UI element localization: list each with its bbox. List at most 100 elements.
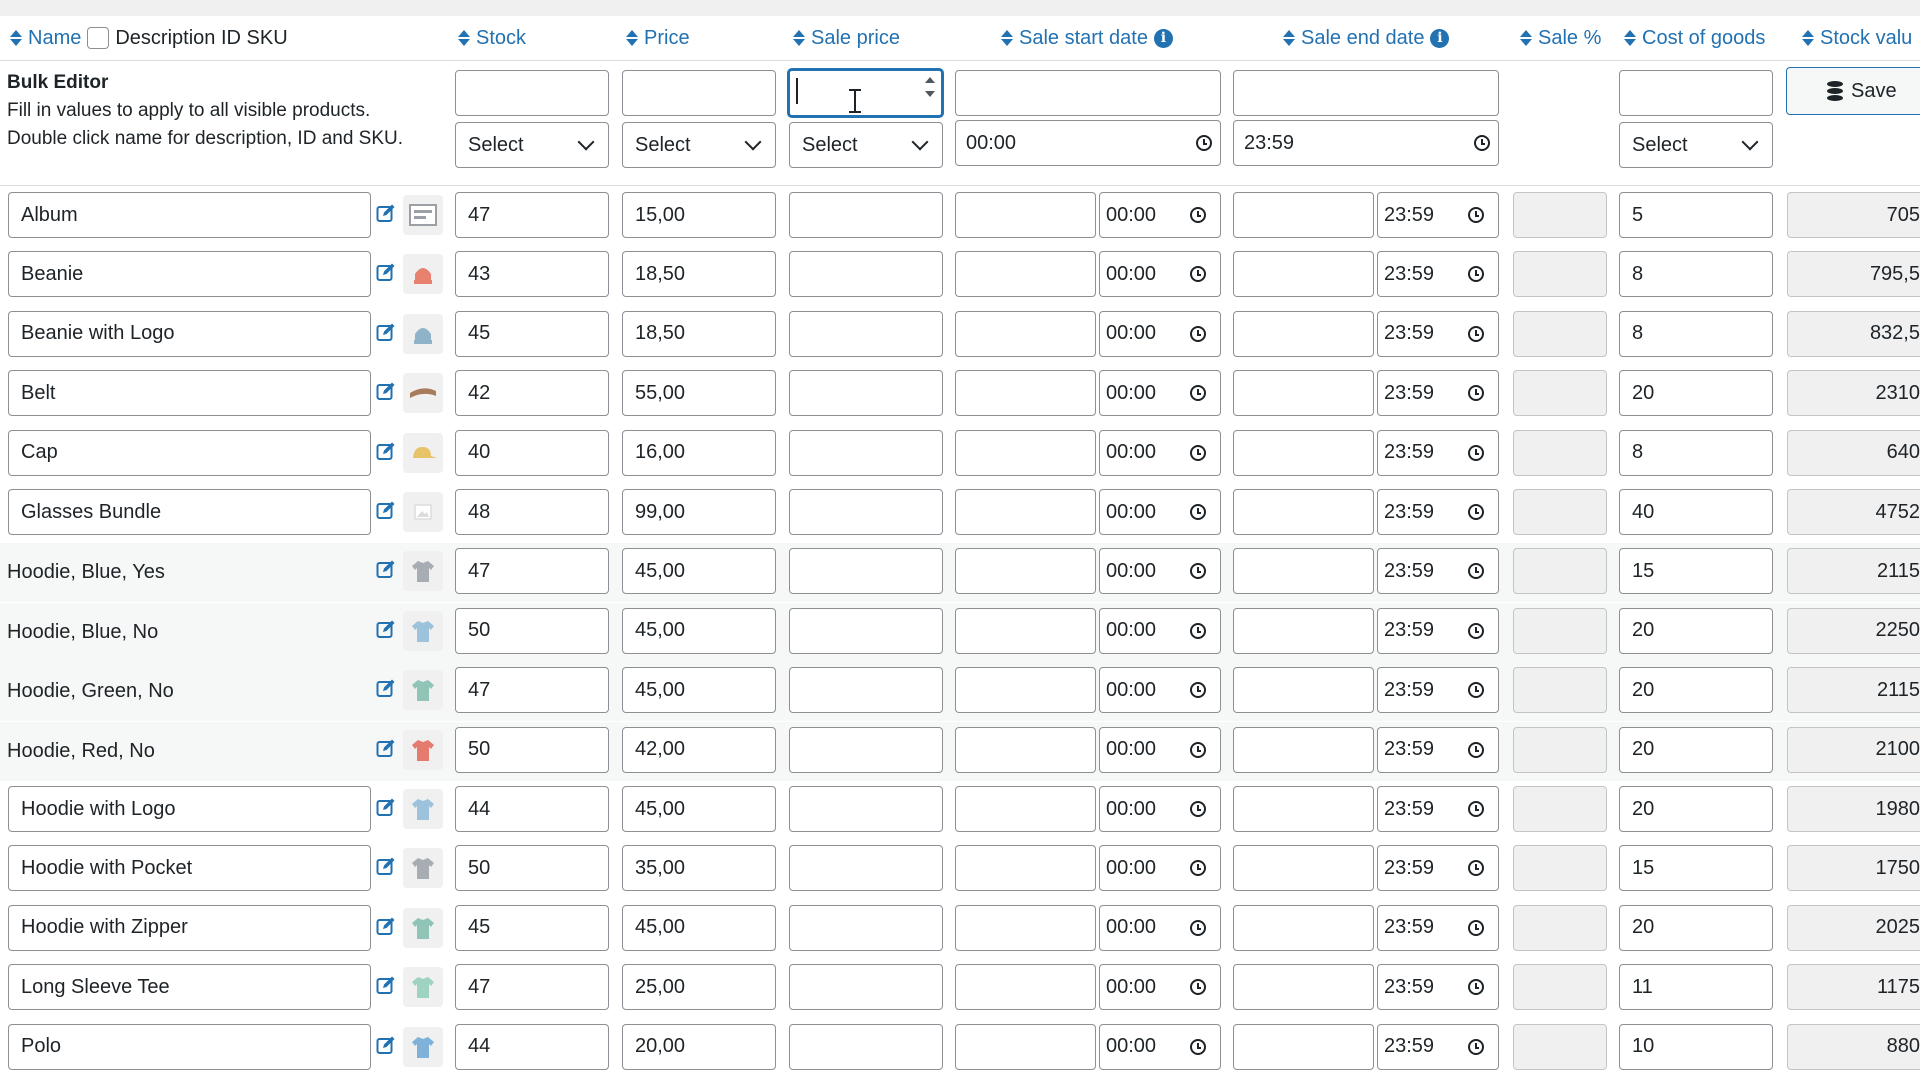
product-thumbnail[interactable] (403, 492, 443, 532)
description-toggle-checkbox[interactable] (87, 27, 110, 49)
cost-of-goods-input[interactable]: 11 (1619, 964, 1773, 1011)
stock-input[interactable]: 50 (455, 726, 609, 773)
sale-start-date-input[interactable] (955, 548, 1096, 595)
sale-start-time-input[interactable]: 00:00 (1099, 786, 1221, 832)
col-name-header[interactable]: Name Description ID SKU (10, 16, 288, 60)
sale-price-input[interactable] (789, 489, 943, 535)
sale-end-date-input[interactable] (1233, 251, 1374, 298)
sale-start-date-input[interactable] (955, 904, 1096, 951)
stock-input[interactable]: 43 (455, 251, 609, 298)
sale-end-date-input[interactable] (1233, 786, 1374, 832)
edit-icon[interactable] (376, 203, 396, 223)
product-name-text[interactable]: Hoodie, Blue, Yes (7, 543, 165, 602)
sale-price-input[interactable] (789, 192, 943, 238)
product-name-text[interactable]: Hoodie, Green, No (7, 662, 174, 721)
sale-start-time-input[interactable]: 00:00 (1099, 904, 1221, 951)
sale-start-time-input[interactable]: 00:00 (1099, 429, 1221, 476)
stock-input[interactable]: 47 (455, 548, 609, 595)
sale-start-date-input[interactable] (955, 370, 1096, 417)
product-name-input[interactable]: Hoodie with Pocket (8, 845, 371, 892)
sale-start-time-input[interactable]: 00:00 (1099, 251, 1221, 298)
edit-icon[interactable] (376, 975, 396, 995)
sale-start-date-input[interactable] (955, 667, 1096, 714)
product-name-input[interactable]: Hoodie with Zipper (8, 904, 371, 951)
sale-start-date-input[interactable] (955, 310, 1096, 357)
price-input[interactable]: 45,00 (622, 607, 776, 654)
cost-of-goods-input[interactable]: 10 (1619, 1023, 1773, 1070)
col-sale-pct-header[interactable]: Sale % (1520, 16, 1601, 60)
sale-end-date-input[interactable] (1233, 429, 1374, 476)
product-thumbnail[interactable] (403, 670, 443, 711)
sale-price-input[interactable] (789, 429, 943, 476)
product-name-input[interactable]: Glasses Bundle (8, 489, 371, 535)
product-thumbnail[interactable] (403, 551, 443, 592)
sale-start-time-input[interactable]: 00:00 (1099, 310, 1221, 357)
cost-of-goods-input[interactable]: 5 (1619, 192, 1773, 238)
sale-end-time-input[interactable]: 23:59 (1377, 489, 1499, 535)
sale-start-time-input[interactable]: 00:00 (1099, 370, 1221, 417)
cost-of-goods-input[interactable]: 8 (1619, 429, 1773, 476)
col-price-header[interactable]: Price (626, 16, 690, 60)
edit-icon[interactable] (376, 916, 396, 936)
sale-price-input[interactable] (789, 607, 943, 654)
sale-start-date-input[interactable] (955, 786, 1096, 832)
product-thumbnail[interactable] (403, 1026, 443, 1067)
stock-input[interactable]: 47 (455, 964, 609, 1011)
price-input[interactable]: 18,50 (622, 251, 776, 298)
sale-end-date-input[interactable] (1233, 667, 1374, 714)
bulk-sale-end-date-input[interactable] (1233, 70, 1499, 116)
sale-start-time-input[interactable]: 00:00 (1099, 607, 1221, 654)
sale-end-date-input[interactable] (1233, 370, 1374, 417)
col-stock-header[interactable]: Stock (458, 16, 526, 60)
sale-end-time-input[interactable]: 23:59 (1377, 548, 1499, 595)
sale-start-time-input[interactable]: 00:00 (1099, 726, 1221, 773)
sale-start-date-input[interactable] (955, 607, 1096, 654)
sale-end-time-input[interactable]: 23:59 (1377, 845, 1499, 892)
sale-end-time-input[interactable]: 23:59 (1377, 370, 1499, 417)
col-stock-value-header[interactable]: Stock valu (1802, 16, 1912, 60)
edit-icon[interactable] (376, 797, 396, 817)
sale-price-input[interactable] (789, 845, 943, 892)
product-thumbnail[interactable] (403, 195, 443, 235)
sale-price-input[interactable] (789, 667, 943, 714)
edit-icon[interactable] (376, 322, 396, 342)
sale-end-time-input[interactable]: 23:59 (1377, 429, 1499, 476)
price-input[interactable]: 45,00 (622, 667, 776, 714)
price-input[interactable]: 45,00 (622, 548, 776, 595)
edit-icon[interactable] (376, 441, 396, 461)
product-thumbnail[interactable] (403, 907, 443, 948)
sale-start-date-input[interactable] (955, 429, 1096, 476)
cost-of-goods-input[interactable]: 20 (1619, 726, 1773, 773)
edit-icon[interactable] (376, 856, 396, 876)
col-sale-end-header[interactable]: Sale end date i (1283, 16, 1450, 60)
product-name-input[interactable]: Hoodie with Logo (8, 786, 371, 832)
cost-of-goods-input[interactable]: 40 (1619, 489, 1773, 535)
edit-icon[interactable] (376, 381, 396, 401)
stock-input[interactable]: 50 (455, 607, 609, 654)
cost-of-goods-input[interactable]: 20 (1619, 786, 1773, 832)
price-input[interactable]: 25,00 (622, 964, 776, 1011)
stock-input[interactable]: 42 (455, 370, 609, 417)
edit-icon[interactable] (376, 738, 396, 758)
stock-input[interactable]: 47 (455, 667, 609, 714)
sale-end-date-input[interactable] (1233, 192, 1374, 238)
sale-start-time-input[interactable]: 00:00 (1099, 548, 1221, 595)
sale-price-input[interactable] (789, 726, 943, 773)
product-name-input[interactable]: Polo (8, 1023, 371, 1070)
bulk-sale-price-input[interactable] (788, 69, 943, 117)
sale-end-time-input[interactable]: 23:59 (1377, 1023, 1499, 1070)
col-sale-start-header[interactable]: Sale start date i (1001, 16, 1173, 60)
sale-end-time-input[interactable]: 23:59 (1377, 726, 1499, 773)
sale-start-date-input[interactable] (955, 964, 1096, 1011)
bulk-sale-end-time-input[interactable]: 23:59 (1233, 120, 1499, 166)
sale-end-date-input[interactable] (1233, 845, 1374, 892)
sale-start-time-input[interactable]: 00:00 (1099, 1023, 1221, 1070)
sale-price-input[interactable] (789, 251, 943, 298)
sale-end-time-input[interactable]: 23:59 (1377, 786, 1499, 832)
sale-start-time-input[interactable]: 00:00 (1099, 667, 1221, 714)
sale-start-time-input[interactable]: 00:00 (1099, 964, 1221, 1011)
col-cost-header[interactable]: Cost of goods (1624, 16, 1765, 60)
stock-input[interactable]: 48 (455, 489, 609, 535)
product-thumbnail[interactable] (403, 848, 443, 889)
sale-start-date-input[interactable] (955, 845, 1096, 892)
